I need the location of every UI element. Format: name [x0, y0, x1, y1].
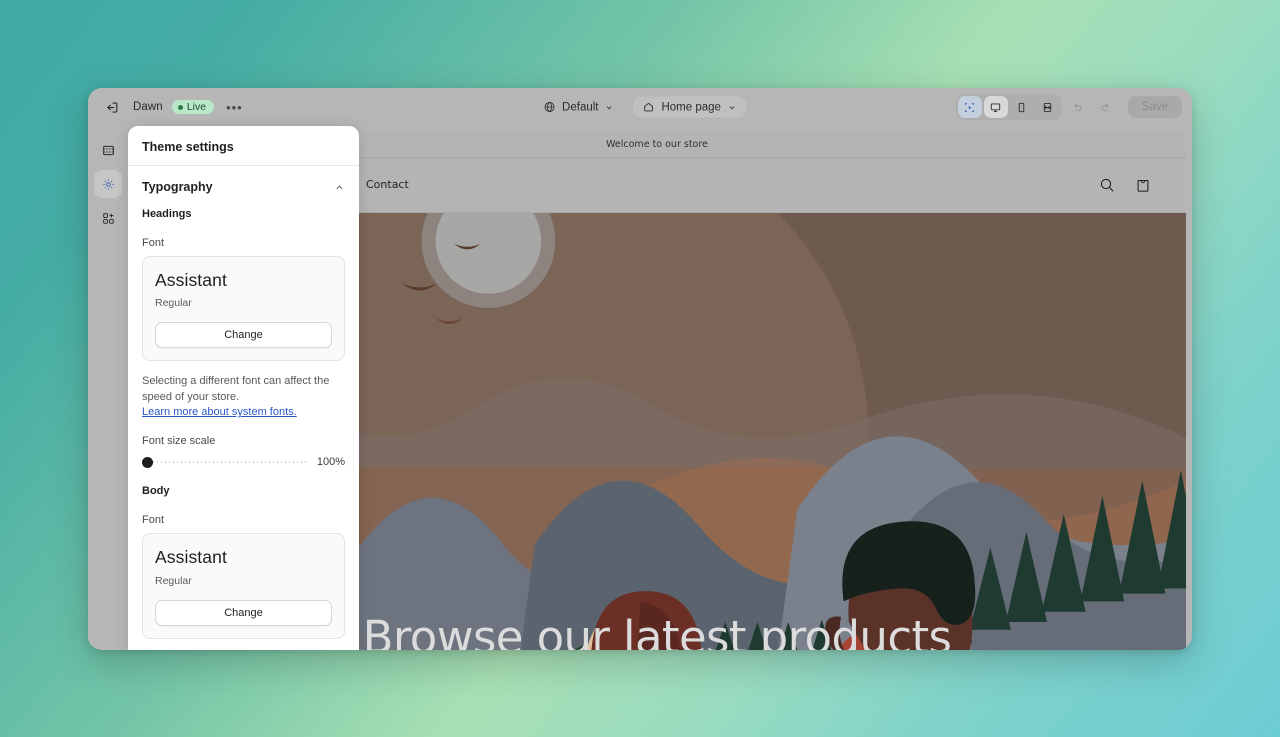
status-label: Live [186, 100, 207, 113]
page-selector[interactable]: Home page [633, 96, 746, 118]
theme-name: Dawn [133, 101, 163, 113]
headings-change-font-button[interactable]: Change [155, 322, 332, 349]
body-change-font-button[interactable]: Change [155, 599, 332, 626]
save-button[interactable]: Save [1127, 96, 1182, 118]
chevron-up-icon [336, 185, 343, 189]
search-icon[interactable] [1098, 176, 1116, 194]
sidebar-item-theme-settings[interactable] [94, 170, 122, 198]
headings-font-field-label: Font [142, 237, 165, 249]
redo-icon[interactable] [1094, 96, 1118, 118]
typography-section-title: Typography [142, 180, 213, 194]
mobile-icon[interactable] [1010, 96, 1034, 118]
topbar-left-group: Dawn Live ••• [98, 94, 246, 120]
full-width-icon[interactable] [1036, 96, 1060, 118]
typography-section-toggle[interactable]: Typography [142, 166, 345, 204]
headings-group-label: Headings [142, 208, 192, 220]
status-dot-icon [177, 104, 183, 110]
topbar-right-group: Save [955, 94, 1182, 120]
theme-settings-panel: Theme settings Typography Headings Font … [128, 126, 359, 650]
inspector-icon[interactable] [957, 96, 982, 118]
store-header-actions [1098, 176, 1152, 194]
view-mode-group [955, 94, 1062, 120]
desktop-icon[interactable] [983, 96, 1008, 118]
home-icon [644, 102, 654, 112]
body-group-label: Body [142, 485, 170, 498]
sidebar-item-sections[interactable] [94, 136, 122, 164]
undo-icon[interactable] [1066, 96, 1090, 118]
locale-selector[interactable]: Default [534, 97, 623, 118]
panel-header: Theme settings [128, 126, 359, 166]
body-font-field-label: Font [142, 514, 165, 527]
slider-handle[interactable] [142, 456, 153, 468]
body-font-weight: Regular [155, 574, 192, 587]
font-size-scale-slider[interactable] [142, 456, 308, 468]
more-options-button[interactable]: ••• [223, 101, 246, 114]
status-badge: Live [171, 99, 215, 115]
body-font-card: Assistant Regular Change [142, 533, 345, 639]
chevron-down-icon [607, 105, 612, 109]
theme-editor-window: Dawn Live ••• Default Home page Save The… [88, 88, 1192, 650]
body-font-name: Assistant [155, 547, 227, 568]
sidebar-item-apps[interactable] [94, 204, 122, 232]
nav-link-contact[interactable]: Contact [366, 178, 409, 192]
editor-topbar: Dawn Live ••• Default Home page Save [88, 88, 1192, 126]
topbar-center-group: Default Home page [534, 96, 746, 118]
page-label: Home page [661, 101, 721, 113]
font-size-scale-value: 100% [316, 456, 345, 469]
headings-font-card: Assistant Regular Change [142, 256, 345, 362]
cart-icon[interactable] [1134, 176, 1152, 194]
chevron-down-icon [729, 105, 735, 109]
headings-system-fonts-link[interactable]: Learn more about system fonts. [142, 406, 345, 418]
font-size-scale-row: 100% [142, 456, 345, 468]
globe-icon [544, 102, 555, 112]
slider-track-dots [153, 461, 308, 464]
panel-title: Theme settings [142, 140, 234, 154]
headings-font-weight: Regular [155, 297, 192, 310]
locale-label: Default [562, 101, 599, 113]
panel-scroll-area[interactable]: Typography Headings Font Assistant Regul… [128, 166, 359, 650]
headings-font-name: Assistant [155, 270, 227, 290]
editor-sidebar-rail [88, 126, 128, 650]
font-size-scale-label: Font size scale [142, 435, 216, 448]
headings-helper-text: Selecting a different font can affect th… [142, 375, 330, 403]
exit-icon[interactable] [98, 94, 124, 120]
editor-body: Theme settings Typography Headings Font … [88, 126, 1192, 650]
